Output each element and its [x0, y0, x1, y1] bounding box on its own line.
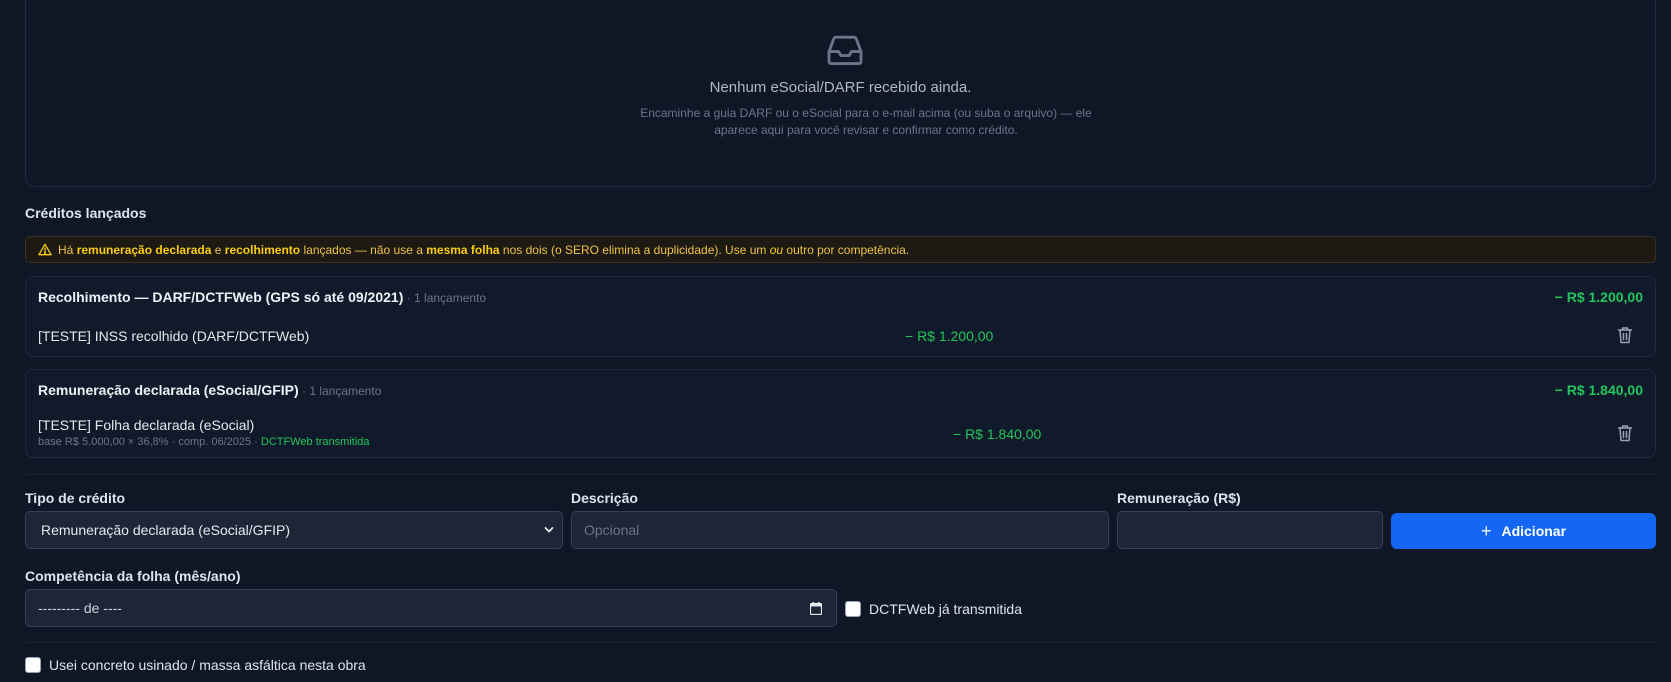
dctf-transmitted-checkbox[interactable]	[845, 601, 861, 617]
credits-section-title: Créditos lançados	[25, 205, 147, 221]
plus-icon: +	[1480, 521, 1492, 541]
credit-item-label: [TESTE] Folha declarada (eSocial)	[38, 417, 255, 433]
inbox-empty-description: Encaminhe a guia DARF ou o eSocial para …	[640, 106, 1092, 137]
inbox-empty-state: Nenhum eSocial/DARF recebido ainda. Enca…	[25, 0, 1656, 187]
credit-item-amount: − R$ 1.200,00	[905, 328, 994, 344]
add-credit-button[interactable]: + Adicionar	[1391, 513, 1656, 549]
dctf-transmitted-label: DCTFWeb já transmitida	[869, 601, 1023, 617]
dctf-status: DCTFWeb transmitida	[260, 436, 370, 448]
competence-placeholder: --------- de ----	[38, 600, 122, 616]
delete-credit-button[interactable]	[1617, 424, 1633, 442]
calendar-icon[interactable]	[810, 602, 822, 615]
group-title: Remuneração declarada (eSocial/GFIP) · 1…	[38, 382, 382, 398]
competence-label: Competência da folha (mês/ano)	[25, 568, 241, 584]
duplicate-warning-banner: Há remuneração declarada e recolhimento …	[25, 236, 1656, 263]
inbox-icon	[827, 35, 863, 66]
concrete-used-label: Usei concreto usinado / massa asfáltica …	[49, 657, 366, 673]
credit-type-label: Tipo de crédito	[25, 490, 126, 506]
credit-item-amount: − R$ 1.840,00	[953, 426, 1042, 442]
description-label: Descrição	[571, 490, 638, 506]
group-count: · 1 lançamento	[298, 384, 382, 398]
concrete-used-checkbox[interactable]	[25, 657, 41, 673]
delete-credit-button[interactable]	[1617, 326, 1633, 344]
credit-type-value: Remuneração declarada (eSocial/GFIP)	[41, 522, 291, 538]
divider	[25, 474, 1656, 475]
competence-month-input[interactable]: --------- de ----	[25, 589, 837, 627]
credit-item-details: base R$ 5.000,00 × 36,8% · comp. 06/2025…	[38, 436, 370, 448]
warning-icon	[38, 243, 52, 256]
group-total: − R$ 1.840,00	[1554, 382, 1643, 398]
chevron-down-icon	[544, 527, 554, 533]
remuneration-input[interactable]	[1117, 511, 1383, 549]
credit-group-remuneracao: Remuneração declarada (eSocial/GFIP) · 1…	[25, 369, 1656, 458]
group-title: Recolhimento — DARF/DCTFWeb (GPS só até …	[38, 289, 487, 305]
group-count: · 1 lançamento	[403, 291, 487, 305]
credit-item-label: [TESTE] INSS recolhido (DARF/DCTFWeb)	[38, 328, 310, 344]
divider	[25, 642, 1656, 643]
group-total: − R$ 1.200,00	[1554, 289, 1643, 305]
credit-type-select[interactable]: Remuneração declarada (eSocial/GFIP)	[25, 511, 563, 549]
inbox-empty-title: Nenhum eSocial/DARF recebido ainda.	[709, 79, 972, 96]
description-input[interactable]	[571, 511, 1109, 549]
credit-group-recolhimento: Recolhimento — DARF/DCTFWeb (GPS só até …	[25, 276, 1656, 357]
remuneration-label: Remuneração (R$)	[1117, 490, 1241, 506]
warning-text: Há remuneração declarada e recolhimento …	[58, 242, 910, 257]
